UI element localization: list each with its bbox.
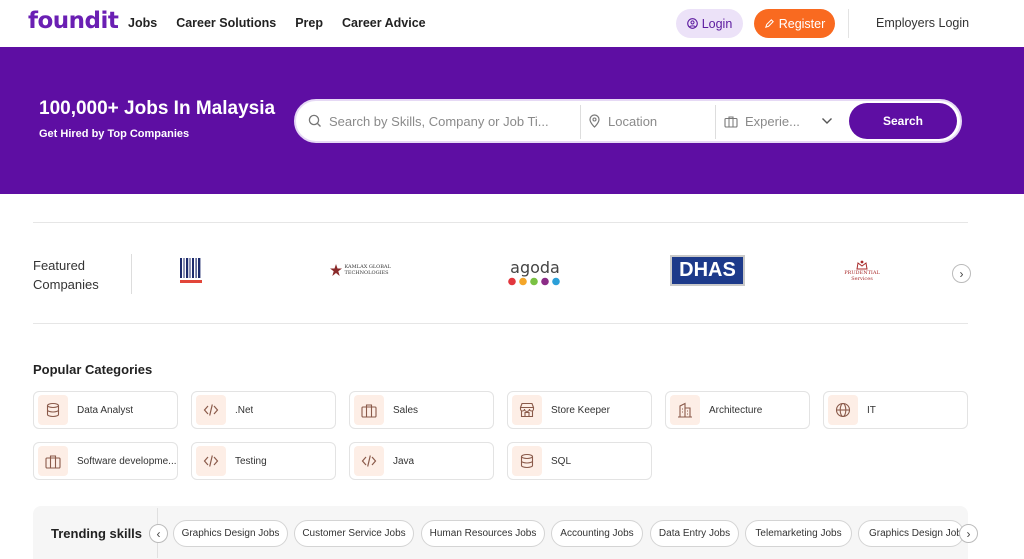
barcode-logo-icon (180, 258, 202, 283)
category-label: IT (867, 404, 876, 416)
database-icon (512, 446, 542, 476)
featured-next-button[interactable]: › (952, 264, 971, 283)
dhas-logo-text: DHAS (679, 259, 736, 281)
featured-divider (131, 254, 132, 294)
category-sql[interactable]: SQL (507, 442, 652, 480)
category-label: Software developme... (77, 455, 177, 467)
search-divider (580, 105, 581, 139)
header-divider (848, 9, 849, 38)
category-architecture[interactable]: Architecture (665, 391, 810, 429)
trending-chip[interactable]: Human Resources Jobs (421, 520, 545, 547)
code-icon (196, 446, 226, 476)
section-divider (33, 222, 968, 223)
agoda-dots-icon (508, 277, 560, 285)
company-logo-barcode[interactable] (176, 256, 206, 286)
pen-icon (764, 19, 774, 28)
trending-next-button[interactable]: › (959, 524, 978, 543)
category-label: SQL (551, 455, 572, 467)
employers-login-link[interactable]: Employers Login (876, 16, 969, 30)
nav-career-advice[interactable]: Career Advice (342, 16, 426, 30)
trending-skills-label: Trending skills (51, 526, 143, 541)
category-testing[interactable]: Testing (191, 442, 336, 480)
category-software-development[interactable]: Software developme... (33, 442, 178, 480)
briefcase-icon (724, 115, 738, 128)
category-label: Architecture (709, 404, 763, 416)
globe-icon (828, 395, 858, 425)
trending-chip[interactable]: Graphics Design Jobs (858, 520, 964, 547)
location-placeholder: Location (608, 113, 658, 129)
popular-categories-title: Popular Categories (33, 362, 153, 377)
featured-companies-label: Featured Companies (33, 256, 113, 294)
kamlax-logo-text: KAMLAX GLOBAL TECHNOLOGIES (344, 264, 391, 276)
login-label: Login (701, 16, 733, 31)
company-logo-dhas[interactable]: DHAS (670, 255, 745, 286)
trending-prev-button[interactable]: ‹ (149, 524, 168, 543)
hero-subtitle: Get Hired by Top Companies (39, 128, 190, 140)
register-label: Register (778, 16, 826, 31)
user-icon (686, 18, 698, 29)
main-nav: Jobs Career Solutions Prep Career Advice (128, 16, 426, 30)
experience-placeholder: Experie... (745, 113, 800, 129)
trending-chip[interactable]: Accounting Jobs (551, 520, 643, 547)
search-button[interactable]: Search (849, 103, 957, 139)
prudential-crest-icon (856, 260, 868, 270)
hero-title: 100,000+ Jobs In Malaysia (39, 98, 276, 119)
category-data-analyst[interactable]: Data Analyst (33, 391, 178, 429)
company-logo-agoda[interactable]: agoda (504, 256, 566, 288)
trending-chip[interactable]: Telemarketing Jobs (745, 520, 852, 547)
category-label: Data Analyst (77, 404, 134, 416)
category-dotnet[interactable]: .Net (191, 391, 336, 429)
store-icon (512, 395, 542, 425)
login-button[interactable]: Login (676, 9, 743, 38)
category-label: Testing (235, 455, 267, 467)
register-button[interactable]: Register (754, 9, 835, 38)
search-divider (715, 105, 716, 139)
chevron-right-icon: › (966, 526, 971, 541)
nav-jobs[interactable]: Jobs (128, 16, 157, 30)
nav-career-solutions[interactable]: Career Solutions (176, 16, 276, 30)
category-label: Sales (393, 404, 419, 416)
code-icon (196, 395, 226, 425)
company-logo-kamlax[interactable]: KAMLAX GLOBAL TECHNOLOGIES (328, 262, 398, 278)
chevron-right-icon: › (959, 266, 964, 281)
search-icon (308, 114, 321, 127)
featured-label-line2: Companies (33, 277, 99, 292)
briefcase-icon (354, 395, 384, 425)
briefcase-icon (38, 446, 68, 476)
database-icon (38, 395, 68, 425)
category-sales[interactable]: Sales (349, 391, 494, 429)
code-icon (354, 446, 384, 476)
top-header: foundit Jobs Career Solutions Prep Caree… (0, 0, 1024, 47)
hero-banner: 100,000+ Jobs In Malaysia Get Hired by T… (0, 47, 1024, 194)
section-divider (33, 323, 968, 324)
job-search-bar: Search by Skills, Company or Job Ti... L… (294, 99, 962, 143)
kamlax-star-icon (329, 264, 342, 276)
chevron-left-icon: ‹ (156, 526, 161, 541)
foundit-logo[interactable]: foundit (28, 8, 119, 34)
category-label: Java (393, 455, 415, 467)
trending-chip[interactable]: Graphics Design Jobs (173, 520, 288, 547)
category-java[interactable]: Java (349, 442, 494, 480)
building-icon (670, 395, 700, 425)
trending-chip[interactable]: Data Entry Jobs (650, 520, 739, 547)
skills-placeholder: Search by Skills, Company or Job Ti... (329, 113, 549, 129)
category-store-keeper[interactable]: Store Keeper (507, 391, 652, 429)
category-label: Store Keeper (551, 404, 610, 416)
category-label: .Net (235, 404, 254, 416)
chevron-down-icon (821, 118, 832, 124)
prudential-logo-text: PRUDENTIAL Services (844, 270, 880, 282)
nav-prep[interactable]: Prep (295, 16, 323, 30)
location-pin-icon (589, 114, 600, 128)
experience-select[interactable]: Experie... (724, 101, 839, 141)
featured-label-line1: Featured (33, 258, 86, 273)
company-logo-prudential[interactable]: PRUDENTIAL Services (838, 259, 886, 283)
skills-search-input[interactable]: Search by Skills, Company or Job Ti... (308, 101, 576, 141)
location-input[interactable]: Location (588, 101, 708, 141)
category-it[interactable]: IT (823, 391, 968, 429)
trending-chip[interactable]: Customer Service Jobs (294, 520, 414, 547)
agoda-logo-text: agoda (510, 257, 560, 277)
